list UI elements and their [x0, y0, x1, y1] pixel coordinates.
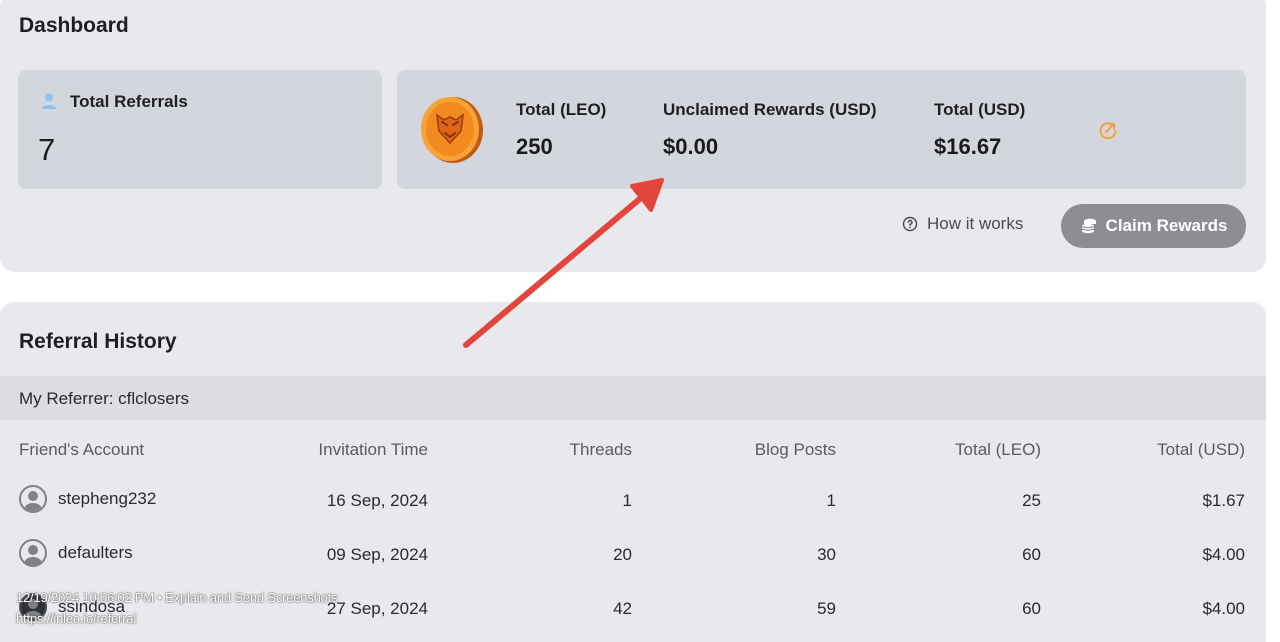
screenshot-url: https://inleo.io/referral [16, 611, 137, 626]
threads-count: 20 [613, 545, 632, 564]
invitation-time: 27 Sep, 2024 [326, 599, 428, 618]
coins-stack-icon [1081, 218, 1096, 234]
column-header: Total (LEO) [955, 440, 1041, 459]
rewards-summary-card: Total (LEO) 250 Unclaimed Rewards (USD) … [397, 70, 1246, 189]
total-usd: $4.00 [1202, 599, 1245, 618]
how-it-works-label: How it works [927, 214, 1024, 233]
total-leo: 60 [1022, 599, 1041, 618]
default-avatar-icon [19, 485, 47, 513]
user-icon [42, 93, 56, 109]
blog-posts-count: 59 [817, 599, 836, 618]
unclaimed-rewards-value: $0.00 [663, 134, 719, 159]
blog-posts-count: 1 [826, 491, 836, 510]
invitation-time: 09 Sep, 2024 [326, 545, 428, 564]
screenshot-timestamp: 12/19/2024 10:06:02 PM • Explain and Sen… [16, 590, 338, 605]
total-usd: $1.67 [1202, 491, 1245, 510]
column-header: Threads [569, 440, 632, 459]
how-it-works-link[interactable]: How it works [902, 214, 1023, 234]
threads-count: 42 [613, 599, 632, 618]
column-header: Invitation Time [318, 440, 428, 459]
table-header: Friend's Account Invitation Time Threads… [0, 440, 1266, 470]
refresh-icon[interactable] [1097, 119, 1119, 141]
invitation-time: 16 Sep, 2024 [326, 491, 428, 510]
total-leo: 25 [1022, 491, 1041, 510]
unclaimed-rewards-label: Unclaimed Rewards (USD) [663, 100, 877, 119]
friend-account-name: defaulters [58, 543, 133, 562]
total-referrals-count: 7 [38, 132, 56, 167]
total-referrals-card: Total Referrals 7 [18, 70, 382, 189]
friend-account[interactable]: defaulters [19, 539, 133, 567]
referral-history-title: Referral History [19, 330, 177, 353]
my-referrer-text: My Referrer: cflclosers [19, 389, 190, 408]
blog-posts-count: 30 [817, 545, 836, 564]
table-row[interactable]: defaulters 09 Sep, 2024 20 30 60 $4.00 [0, 539, 1266, 575]
total-leo: 60 [1022, 545, 1041, 564]
friend-account[interactable]: stepheng232 [19, 485, 156, 513]
total-leo-value: 250 [516, 134, 553, 159]
claim-rewards-button[interactable]: Claim Rewards [1061, 204, 1246, 248]
total-referrals-label: Total Referrals [70, 92, 188, 111]
total-usd: $4.00 [1202, 545, 1245, 564]
total-leo-label: Total (LEO) [516, 100, 607, 119]
dashboard-title: Dashboard [19, 14, 129, 37]
dashboard-card: Dashboard Total Referrals 7 Total (LEO) … [0, 0, 1266, 272]
leo-coin-icon [421, 97, 483, 163]
column-header: Blog Posts [754, 440, 836, 459]
claim-rewards-label: Claim Rewards [1105, 216, 1228, 235]
total-usd-label: Total (USD) [934, 100, 1026, 119]
default-avatar-icon [19, 539, 47, 567]
my-referrer-bar: My Referrer: cflclosers [0, 376, 1266, 420]
column-header: Friend's Account [19, 440, 145, 459]
column-header: Total (USD) [1157, 440, 1245, 459]
threads-count: 1 [622, 491, 632, 510]
table-row[interactable]: stepheng232 16 Sep, 2024 1 1 25 $1.67 [0, 485, 1266, 521]
question-circle-icon [902, 216, 918, 232]
total-usd-value: $16.67 [934, 134, 1002, 159]
friend-account-name: stepheng232 [58, 489, 157, 508]
